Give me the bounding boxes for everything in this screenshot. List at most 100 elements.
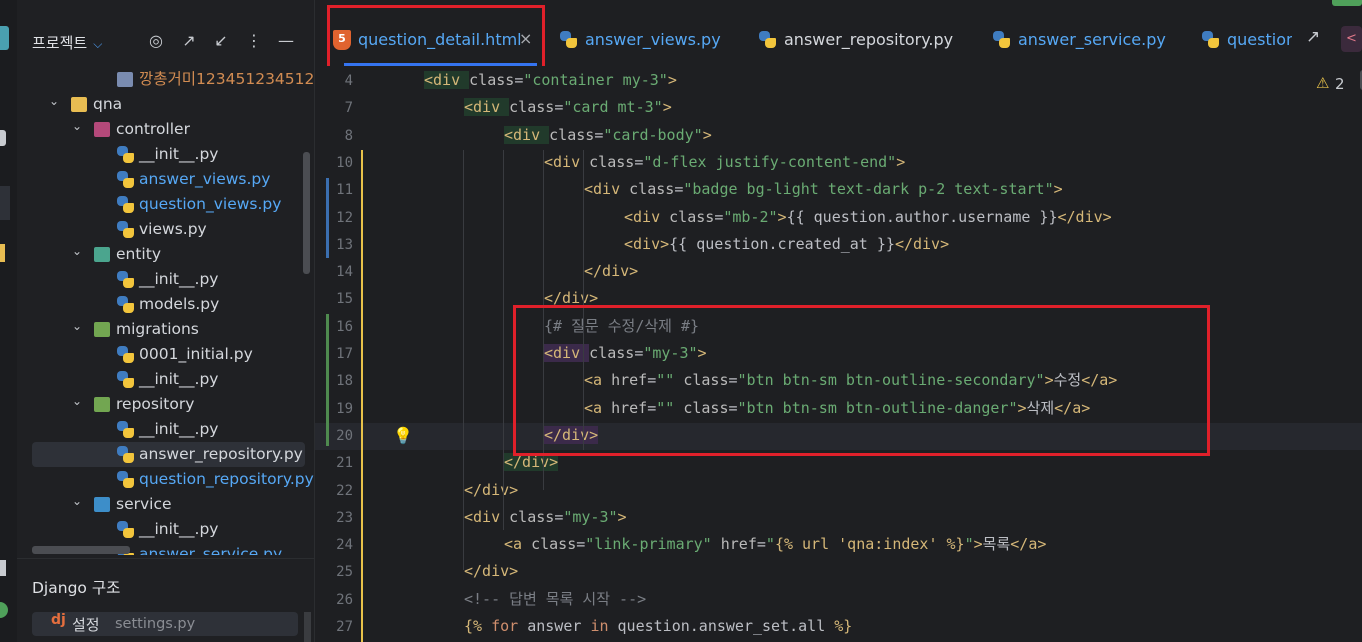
tree-item[interactable]: ⌄ entity <box>17 242 305 267</box>
tree-item[interactable]: answer_views.py <box>17 167 305 192</box>
code-line[interactable]: </div> <box>464 477 518 504</box>
code-token: = <box>756 535 766 554</box>
tree-item-label: answer_service.py <box>139 545 283 555</box>
project-title-text: 프로젝트 <box>32 34 88 52</box>
tree-horizontal-scrollbar[interactable] <box>32 546 130 554</box>
code-token: = <box>554 507 564 526</box>
line-number: 14 <box>336 264 353 281</box>
chevron-down-icon[interactable]: ⌄ <box>70 389 84 414</box>
code-line[interactable]: <div class="my-3"> <box>464 504 627 531</box>
image-file-icon <box>117 72 133 87</box>
tree-item[interactable]: ⌄ qna <box>17 92 305 117</box>
tree-item[interactable]: __init__.py <box>17 417 305 442</box>
warning-icon[interactable]: ⚠ <box>1316 74 1329 92</box>
tree-item[interactable]: __init__.py <box>17 267 305 292</box>
status-indicator <box>1332 0 1362 6</box>
project-tree: 깡총거미1234512345123... ⌄ qna ⌄ controller __ini… <box>17 67 314 555</box>
hide-panel-icon[interactable]: — <box>276 31 296 51</box>
python-file-icon <box>117 521 134 538</box>
chevron-down-icon[interactable]: ⌄ <box>70 239 84 264</box>
tab-label: answer_views.py <box>585 30 721 49</box>
django-icon: dj <box>51 612 66 628</box>
project-panel-title[interactable]: 프로젝트 ⌵ <box>32 32 102 53</box>
tree-item[interactable]: __init__.py <box>17 367 305 392</box>
code-line[interactable]: <a class="link-primary" href="{% url 'qn… <box>504 531 1046 558</box>
code-line[interactable]: <div class="mb-2">{{ question.author.use… <box>624 204 1112 231</box>
vcs-change-marker[interactable] <box>326 314 329 446</box>
django-settings-file: settings.py <box>115 616 196 632</box>
code-token: "d-flex justify-content-end" <box>643 152 897 171</box>
panel-divider[interactable] <box>17 558 314 559</box>
tree-item-label: __init__.py <box>139 270 219 288</box>
tree-item[interactable]: ⌄ repository <box>17 392 305 417</box>
line-number: 24 <box>336 537 353 554</box>
chevron-down-icon[interactable]: ⌄ <box>47 89 61 114</box>
code-token: <div <box>624 207 670 226</box>
code-token: > <box>973 535 983 554</box>
folder-icon <box>94 322 110 337</box>
line-number: 25 <box>336 564 353 581</box>
expand-all-icon[interactable]: ↗ <box>179 31 199 51</box>
code-view-toggle-icon[interactable]: < <box>1341 26 1362 52</box>
services-tool-icon[interactable] <box>0 602 8 618</box>
tree-item[interactable]: models.py <box>17 292 305 317</box>
chevron-down-icon[interactable]: ⌄ <box>70 114 84 139</box>
tree-item[interactable]: ⌄ migrations <box>17 317 305 342</box>
more-options-icon[interactable]: ⋮ <box>244 31 264 51</box>
code-token: href <box>720 535 757 554</box>
tree-item[interactable]: 0001_initial.py <box>17 342 305 367</box>
code-token: " <box>964 535 974 554</box>
code-token: class <box>629 180 675 199</box>
chevron-down-icon[interactable]: ⌄ <box>70 314 84 339</box>
tree-item[interactable]: answer_repository.py <box>32 442 305 467</box>
tree-item-label: repository <box>116 395 195 413</box>
project-tool-icon[interactable] <box>0 26 9 50</box>
code-line[interactable]: <div>{{ question.created_at }}</div> <box>624 231 949 258</box>
tree-item[interactable]: views.py <box>17 217 305 242</box>
chevron-down-icon[interactable]: ⌄ <box>70 489 84 514</box>
tree-item[interactable]: __init__.py <box>17 517 305 542</box>
line-number: 19 <box>336 400 353 417</box>
tree-item[interactable]: __init__.py <box>17 142 305 167</box>
collapse-all-icon[interactable]: ↙ <box>211 31 231 51</box>
structure-tool-icon[interactable] <box>0 186 10 220</box>
code-line[interactable]: <div class="badge bg-light text-dark p-2… <box>584 176 1063 203</box>
tab-highlight-annotation <box>327 5 545 69</box>
lightbulb-icon[interactable]: 💡 <box>393 426 413 445</box>
tree-item[interactable]: question_views.py <box>17 192 305 217</box>
vcs-change-marker[interactable] <box>326 178 329 258</box>
django-panel-scrollbar[interactable] <box>304 612 311 642</box>
bookmarks-tool-icon[interactable] <box>0 244 5 262</box>
target-icon[interactable]: ◎ <box>146 31 166 51</box>
code-line[interactable]: <div class="d-flex justify-content-end"> <box>544 149 905 176</box>
code-token: </a> <box>1010 535 1047 554</box>
tree-vertical-scrollbar[interactable] <box>303 152 310 274</box>
line-number: 22 <box>336 482 353 499</box>
code-token: question.answer_set.all <box>617 617 835 635</box>
code-line[interactable]: <!-- 답변 목록 시작 --> <box>464 586 646 613</box>
line-number: 17 <box>336 346 353 362</box>
code-token: > <box>777 207 787 226</box>
commit-tool-icon[interactable] <box>0 130 6 146</box>
python-file-icon <box>117 171 134 188</box>
maximize-editor-icon[interactable]: ↗ <box>1306 27 1320 47</box>
code-token: {% url 'qna:index' %} <box>774 535 965 554</box>
python-file-icon <box>117 221 134 238</box>
code-line[interactable]: </div> <box>464 558 518 585</box>
terminal-tool-icon[interactable] <box>0 560 6 576</box>
chevron-down-icon[interactable]: ⌵ <box>93 37 102 51</box>
tree-item[interactable]: ⌄ controller <box>17 117 305 142</box>
activity-strip <box>0 0 18 642</box>
tree-item[interactable]: ⌄ service <box>17 492 305 517</box>
tree-item-label: controller <box>116 120 190 138</box>
python-file-icon <box>117 296 134 313</box>
tree-item-label: models.py <box>139 295 220 313</box>
tree-item[interactable]: question_repository.py <box>17 467 314 492</box>
code-line[interactable]: </div> <box>584 258 638 285</box>
line-number: 12 <box>336 209 353 226</box>
line-number: 15 <box>336 291 353 308</box>
code-highlight-annotation <box>513 305 1210 456</box>
warning-count: 2 <box>1335 75 1345 93</box>
folder-icon <box>71 97 87 112</box>
code-line[interactable]: {% for answer in question.answer_set.all… <box>464 613 852 640</box>
